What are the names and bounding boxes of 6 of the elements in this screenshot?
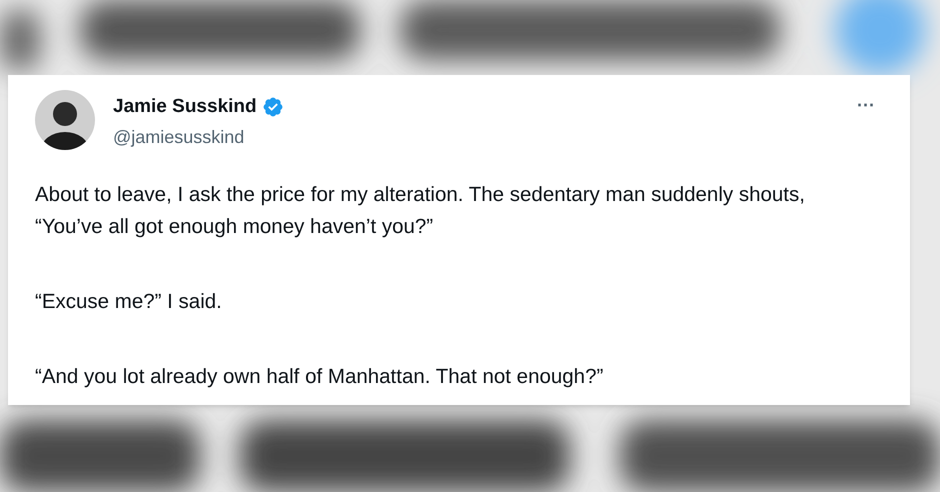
tweet-text: “Excuse me?” I said. [35, 288, 223, 314]
author-name[interactable]: Jamie Susskind [113, 93, 257, 122]
author-handle[interactable]: @jamiesusskind [113, 124, 284, 150]
tweet-text: “And you lot already own half of Manhattan. That not enough?” [35, 364, 604, 390]
tweet-text: About to leave, I ask the price for my alteration. The sedentary man suddenly shouts, “You’ve all got enough money haven’t you?” [35, 182, 806, 240]
more-options[interactable]: ··· [857, 92, 875, 119]
